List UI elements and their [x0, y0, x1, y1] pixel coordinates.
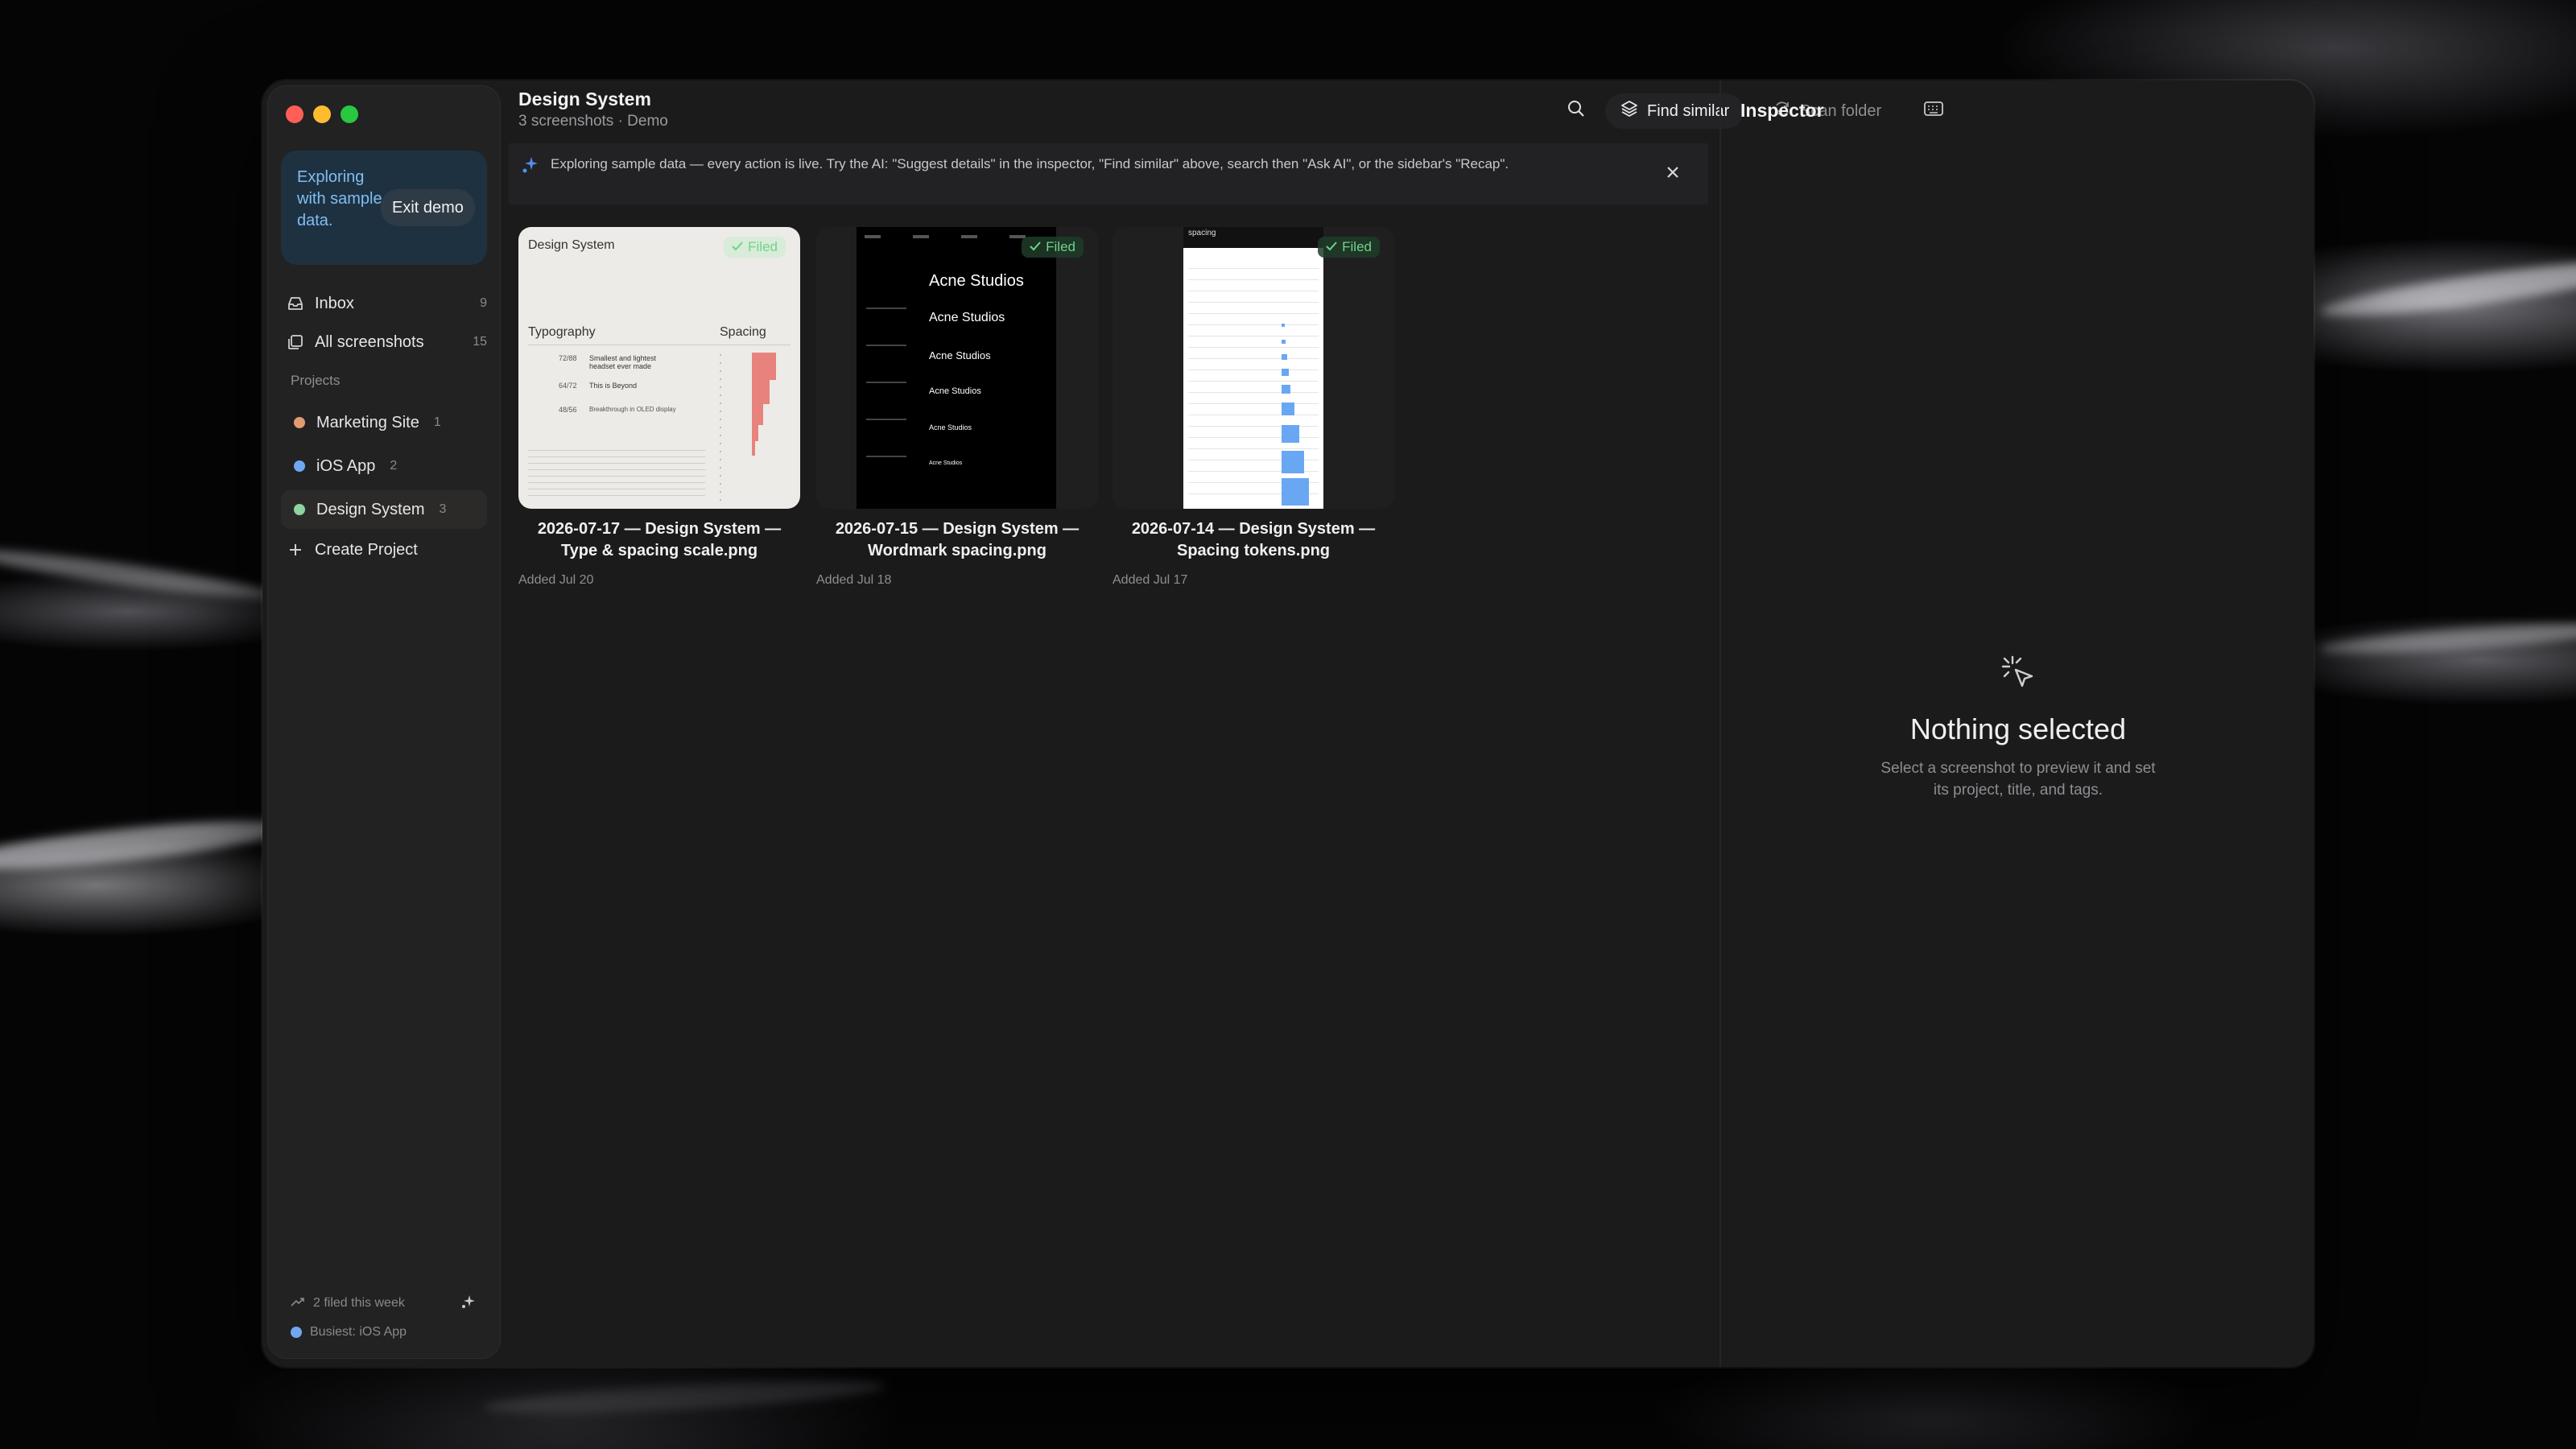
sidebar-item-label: All screenshots [315, 332, 424, 351]
badge-label: Filed [1046, 239, 1075, 254]
thumb-row-text: Smallest and lightest headset ever made [589, 354, 657, 370]
wordmark: Acne Studios [929, 349, 991, 361]
added-date: Added Jul 18 [816, 573, 892, 587]
project-name: Design System [316, 500, 425, 518]
project-color-dot [294, 417, 305, 428]
demo-banner: Exploring sample data — every action is … [509, 143, 1708, 204]
demo-banner-text: Exploring sample data — every action is … [551, 156, 1509, 171]
wordmark: Acne Studios [929, 423, 972, 431]
screenshot-thumbnail[interactable]: Acne Studios Acne Studios Acne Studios A… [816, 227, 1098, 509]
empty-state-subtitle: Select a screenshot to preview it and se… [1880, 760, 2156, 799]
plus-icon [286, 540, 305, 559]
badge-label: Filed [748, 239, 778, 254]
empty-state-title: Nothing selected [1909, 712, 2127, 745]
app-window: Exploring with sample data. Exit demo In… [262, 80, 2314, 1367]
trend-up-icon [291, 1296, 305, 1311]
sidebar-item-count: 9 [480, 296, 487, 310]
wordmark: Acne Studios [929, 311, 1005, 324]
inbox-icon [286, 294, 305, 313]
layers-icon [1620, 99, 1639, 123]
inspector-title: Inspector [1740, 100, 1824, 121]
project-color-dot [294, 460, 305, 472]
inspector-empty-state: Nothing selected Select a screenshot to … [1721, 652, 2314, 801]
window-controls [286, 105, 358, 123]
minimize-window-button[interactable] [313, 105, 331, 123]
sidebar: Exploring with sample data. Exit demo In… [267, 85, 501, 1359]
filed-badge: Filed [1022, 237, 1084, 258]
thumb-title: spacing [1188, 229, 1216, 237]
badge-label: Filed [1342, 239, 1372, 254]
cursor-click-icon [1721, 652, 2314, 700]
weekly-recap[interactable]: 2 filed this week [291, 1289, 477, 1318]
sidebar-item-inbox[interactable]: Inbox 9 [286, 287, 487, 320]
project-name: iOS App [316, 456, 376, 475]
page-subtitle: 3 screenshots · Demo [518, 113, 668, 130]
sidebar-project-ios-app[interactable]: iOS App 2 [281, 447, 487, 485]
thumb-row-text: Breakthrough in OLED display [589, 406, 676, 413]
thumb-row: 48/56 [559, 406, 577, 414]
checkmark-icon [1326, 239, 1337, 255]
thumb-col-typography: Typography [528, 325, 596, 339]
wordmark: Acne Studios [929, 272, 1024, 290]
search-icon [1566, 98, 1587, 124]
project-color-dot [291, 1327, 302, 1338]
find-similar-label: Find similar [1647, 101, 1730, 120]
checkmark-icon [732, 239, 743, 255]
filed-this-week: 2 filed this week [313, 1296, 405, 1310]
added-date: Added Jul 17 [1113, 573, 1188, 587]
project-name: Marketing Site [316, 413, 419, 431]
thumb-row: 64/72 [559, 382, 577, 390]
thumb-row-text: This is Beyond [589, 382, 638, 390]
thumb-row: 72/88 [559, 354, 577, 362]
checkmark-icon [1030, 239, 1041, 255]
zoom-window-button[interactable] [341, 105, 358, 123]
demo-message: Exploring with sample data. [297, 168, 382, 229]
added-date: Added Jul 20 [518, 573, 594, 587]
wordmark: Acne Studios [929, 386, 981, 396]
wordmark: Acne Studios [929, 460, 963, 466]
screenshot-caption: 2026-07-17 — Design System — Type & spac… [537, 520, 782, 559]
sparkles-icon [520, 155, 541, 180]
stack-icon [286, 332, 305, 352]
project-count: 1 [433, 415, 441, 429]
sidebar-item-all-screenshots[interactable]: All screenshots 15 [286, 326, 487, 358]
screenshot-thumbnail[interactable]: spacing Filed [1113, 227, 1394, 509]
close-banner-icon[interactable] [1665, 164, 1681, 184]
recap-sparkle-icon[interactable] [460, 1293, 477, 1315]
page-title: Design System [518, 89, 651, 109]
exit-demo-button[interactable]: Exit demo [381, 189, 475, 226]
sidebar-footer: 2 filed this week Busiest: iOS App [291, 1289, 477, 1347]
project-count: 2 [390, 459, 398, 473]
create-project-label: Create Project [315, 540, 418, 559]
project-color-dot [294, 504, 305, 515]
search-button[interactable] [1558, 93, 1594, 129]
projects-heading: Projects [291, 373, 341, 388]
sidebar-project-design-system[interactable]: Design System 3 [281, 490, 487, 529]
filed-badge: Filed [724, 237, 786, 258]
thumb-col-spacing: Spacing [720, 325, 766, 339]
screenshot-caption: 2026-07-15 — Design System — Wordmark sp… [835, 520, 1080, 559]
screenshot-caption: 2026-07-14 — Design System — Spacing tok… [1131, 520, 1376, 559]
sidebar-item-count: 15 [473, 335, 487, 349]
busiest-label: Busiest: iOS App [310, 1325, 407, 1339]
close-window-button[interactable] [286, 105, 303, 123]
sidebar-item-label: Inbox [315, 294, 354, 312]
inspector-panel: Inspector Nothing selected Select a scre… [1719, 80, 2314, 1367]
demo-card: Exploring with sample data. Exit demo [281, 151, 487, 265]
thumb-title: Design System [528, 238, 615, 252]
filed-badge: Filed [1318, 237, 1380, 258]
create-project-button[interactable]: Create Project [286, 534, 487, 566]
busiest-project: Busiest: iOS App [291, 1318, 477, 1347]
sidebar-project-marketing-site[interactable]: Marketing Site 1 [281, 403, 487, 442]
screenshot-thumbnail[interactable]: Design System Typography Spacing 72/88 S… [518, 227, 800, 509]
project-count: 3 [439, 502, 447, 516]
